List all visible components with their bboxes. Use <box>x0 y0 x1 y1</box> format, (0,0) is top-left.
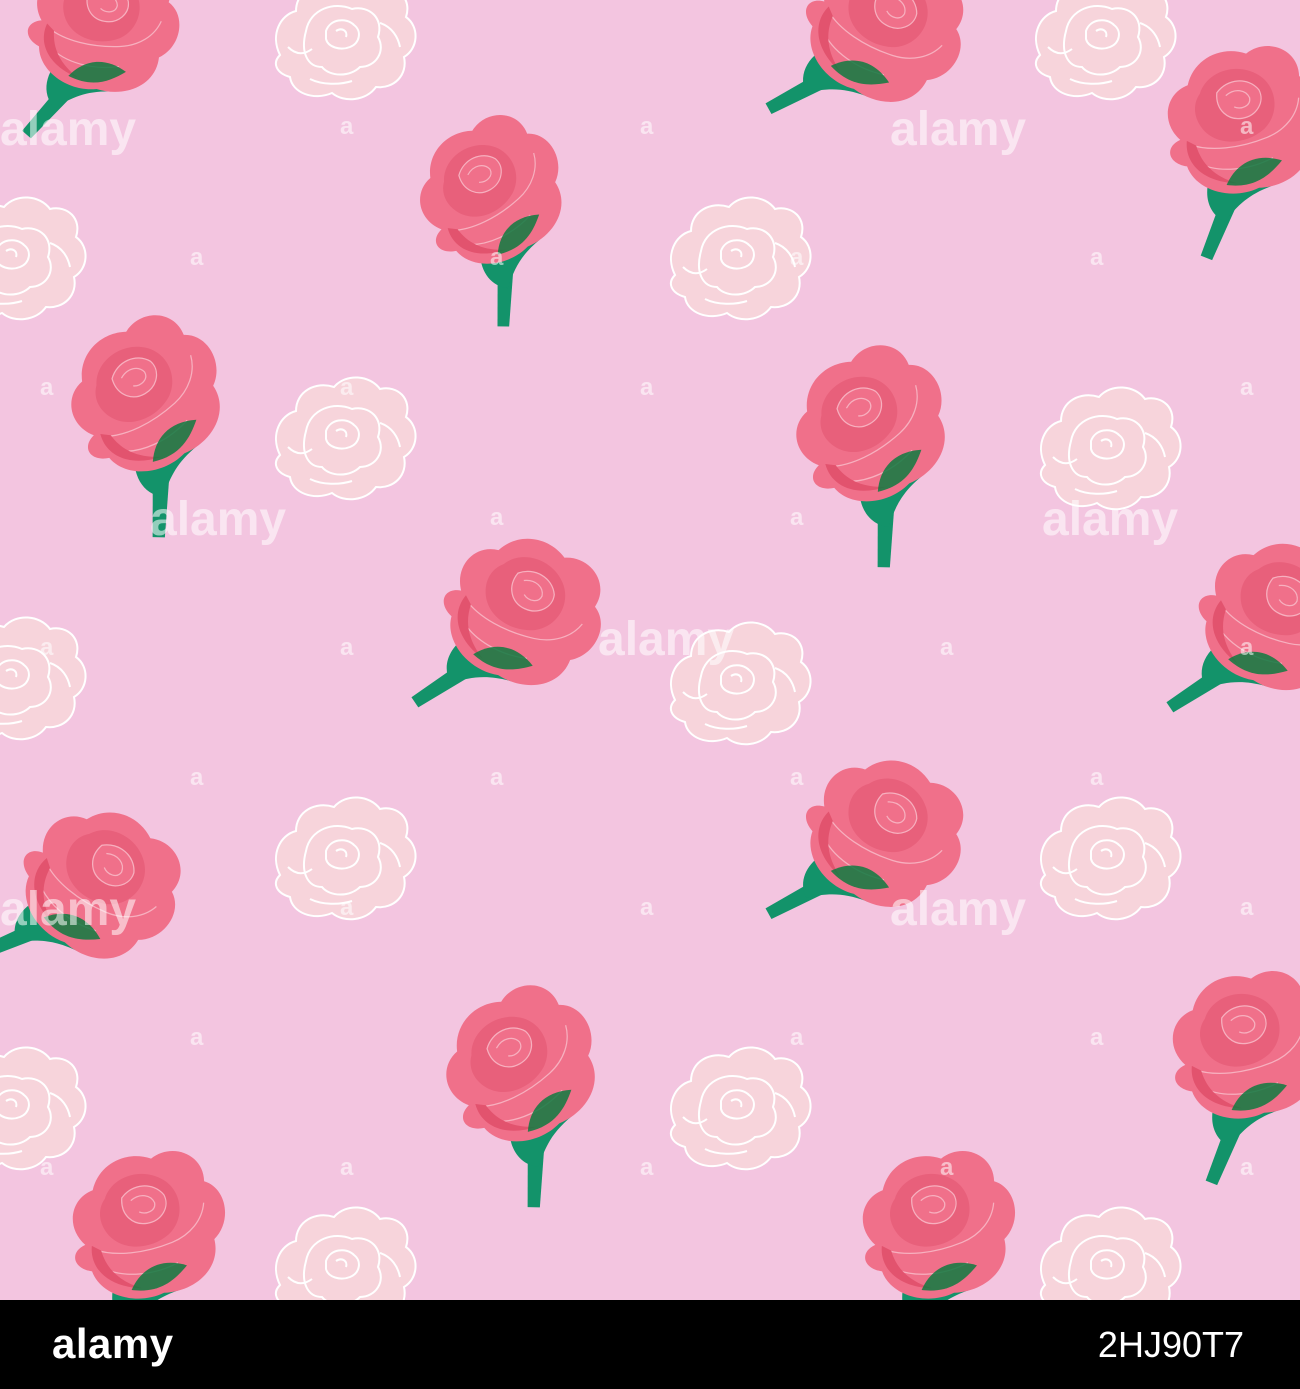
watermark-a-16: a <box>940 634 954 661</box>
watermark-a-10: a <box>640 374 654 401</box>
watermark-a-5: a <box>490 244 504 271</box>
watermark-a-1: a <box>340 113 354 140</box>
rose-pattern-image: alamy alamy alamy alamy alamy alamy alam… <box>0 0 1300 1300</box>
watermark-a-12: a <box>490 504 504 531</box>
watermark-a-20: a <box>790 764 804 791</box>
watermark-a-28: a <box>40 1154 54 1181</box>
watermark-7: alamy <box>890 883 1026 936</box>
watermark-a-25: a <box>190 1024 204 1051</box>
watermark-a-2: a <box>640 113 654 140</box>
watermark-a-27: a <box>1090 1024 1104 1051</box>
watermark-a-4: a <box>190 244 204 271</box>
watermark-1: alamy <box>0 103 136 156</box>
watermark-a-7: a <box>1090 244 1104 271</box>
watermark-a-9: a <box>340 374 354 401</box>
watermark-a-32: a <box>1240 1154 1254 1181</box>
watermark-a-15: a <box>340 634 354 661</box>
watermark-a-29: a <box>340 1154 354 1181</box>
watermark-a-18: a <box>190 764 204 791</box>
watermark-6: alamy <box>0 883 136 936</box>
image-id: 2HJ90T7 <box>1097 1324 1244 1365</box>
watermark-a-31: a <box>940 1154 954 1181</box>
stock-footer-bar: alamy 2HJ90T7 <box>0 1300 1300 1389</box>
watermark-4: alamy <box>1042 493 1178 546</box>
watermark-a-3: a <box>1240 113 1254 140</box>
watermark-a-26: a <box>790 1024 804 1051</box>
watermark-a-13: a <box>790 504 804 531</box>
watermark-a-22: a <box>340 894 354 921</box>
watermark-a-14: a <box>40 634 54 661</box>
watermark-2: alamy <box>890 103 1026 156</box>
watermark-a-11: a <box>1240 374 1254 401</box>
watermark-a-8: a <box>40 374 54 401</box>
watermark-3: alamy <box>150 493 286 546</box>
watermark-a-21: a <box>1090 764 1104 791</box>
watermark-a-23: a <box>640 894 654 921</box>
watermark-a-6: a <box>790 244 804 271</box>
alamy-logo: alamy <box>52 1320 174 1367</box>
watermark-a-30: a <box>640 1154 654 1181</box>
image-stage: alamy alamy alamy alamy alamy alamy alam… <box>0 0 1300 1389</box>
watermark-a-24: a <box>1240 894 1254 921</box>
watermark-a-19: a <box>490 764 504 791</box>
watermark-a-17: a <box>1240 634 1254 661</box>
watermark-5: alamy <box>598 613 734 666</box>
